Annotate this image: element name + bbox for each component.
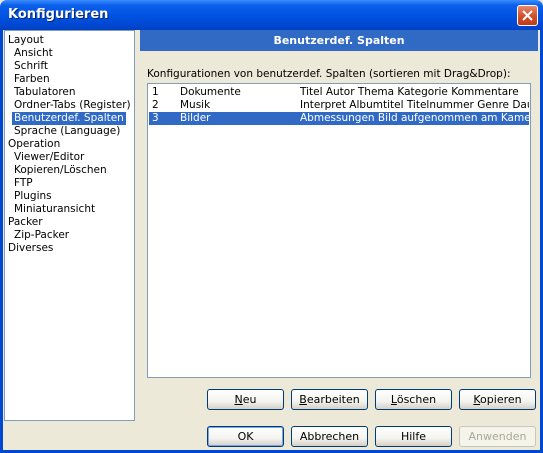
panel-header: Benutzerdef. Spalten bbox=[140, 30, 538, 51]
apply-button[interactable]: Anwenden bbox=[459, 426, 536, 447]
tree-item[interactable]: Miniaturansicht bbox=[12, 203, 97, 216]
tree-item[interactable]: Diverses bbox=[6, 242, 55, 255]
delete-button[interactable]: Löschen bbox=[375, 389, 452, 410]
new-button[interactable]: Neu bbox=[207, 389, 284, 410]
list-label: Konfigurationen von benutzerdef. Spalten… bbox=[147, 68, 511, 80]
tree-item[interactable]: Ansicht bbox=[12, 47, 55, 60]
edit-button[interactable]: Bearbeiten bbox=[291, 389, 368, 410]
row-name: Musik bbox=[180, 99, 211, 111]
list-row[interactable]: 2 Musik Interpret Albumtitel Titelnummer G… bbox=[149, 99, 529, 112]
column-config-list[interactable]: 1 Dokumente Titel Autor Thema Kategorie Ko… bbox=[147, 83, 531, 378]
ok-button[interactable]: OK bbox=[207, 426, 284, 447]
category-tree[interactable]: Layout Ansicht Schrift Farben Tabulatoren Ord… bbox=[4, 30, 135, 421]
tree-item[interactable]: Ordner-Tabs (Register) bbox=[12, 99, 133, 112]
row-num: 2 bbox=[152, 99, 159, 111]
copy-button[interactable]: Kopieren bbox=[459, 389, 536, 410]
title-bar[interactable]: Konfigurieren bbox=[0, 0, 543, 30]
tree-item[interactable]: Kopieren/Löschen bbox=[12, 164, 109, 177]
close-icon bbox=[522, 10, 533, 21]
tree-item[interactable]: Layout bbox=[6, 34, 46, 47]
tree-item[interactable]: Packer bbox=[6, 216, 45, 229]
tree-item[interactable]: FTP bbox=[12, 177, 35, 190]
tree-item[interactable]: Zip-Packer bbox=[12, 229, 71, 242]
list-row[interactable]: 1 Dokumente Titel Autor Thema Kategorie Ko… bbox=[149, 86, 529, 99]
config-dialog: Konfigurieren Layout Ansicht Schrift Farben… bbox=[0, 0, 543, 453]
tree-item[interactable]: Benutzerdef. Spalten bbox=[12, 112, 126, 125]
tree-item[interactable]: Sprache (Language) bbox=[12, 125, 122, 138]
row-num: 3 bbox=[152, 112, 159, 124]
tree-item[interactable]: Plugins bbox=[12, 190, 54, 203]
cancel-button[interactable]: Abbrechen bbox=[291, 426, 368, 447]
help-button[interactable]: Hilfe bbox=[375, 426, 452, 447]
tree-item[interactable]: Tabulatoren bbox=[12, 86, 78, 99]
tree-item[interactable]: Viewer/Editor bbox=[12, 151, 86, 164]
window-title: Konfigurieren bbox=[8, 7, 109, 22]
row-num: 1 bbox=[152, 86, 159, 98]
row-columns: Abmessungen Bild aufgenommen am Kameramo bbox=[300, 112, 529, 124]
row-name: Bilder bbox=[180, 112, 211, 124]
row-columns: Interpret Albumtitel Titelnummer Genre D… bbox=[300, 99, 529, 111]
tree-item[interactable]: Farben bbox=[12, 73, 52, 86]
row-columns: Titel Autor Thema Kategorie Kommentare bbox=[300, 86, 519, 98]
tree-item[interactable]: Schrift bbox=[12, 60, 50, 73]
tree-item[interactable]: Operation bbox=[6, 138, 62, 151]
row-name: Dokumente bbox=[180, 86, 241, 98]
list-row[interactable]: 3 Bilder Abmessungen Bild aufgenommen am K… bbox=[149, 112, 529, 125]
close-button[interactable] bbox=[517, 5, 538, 26]
